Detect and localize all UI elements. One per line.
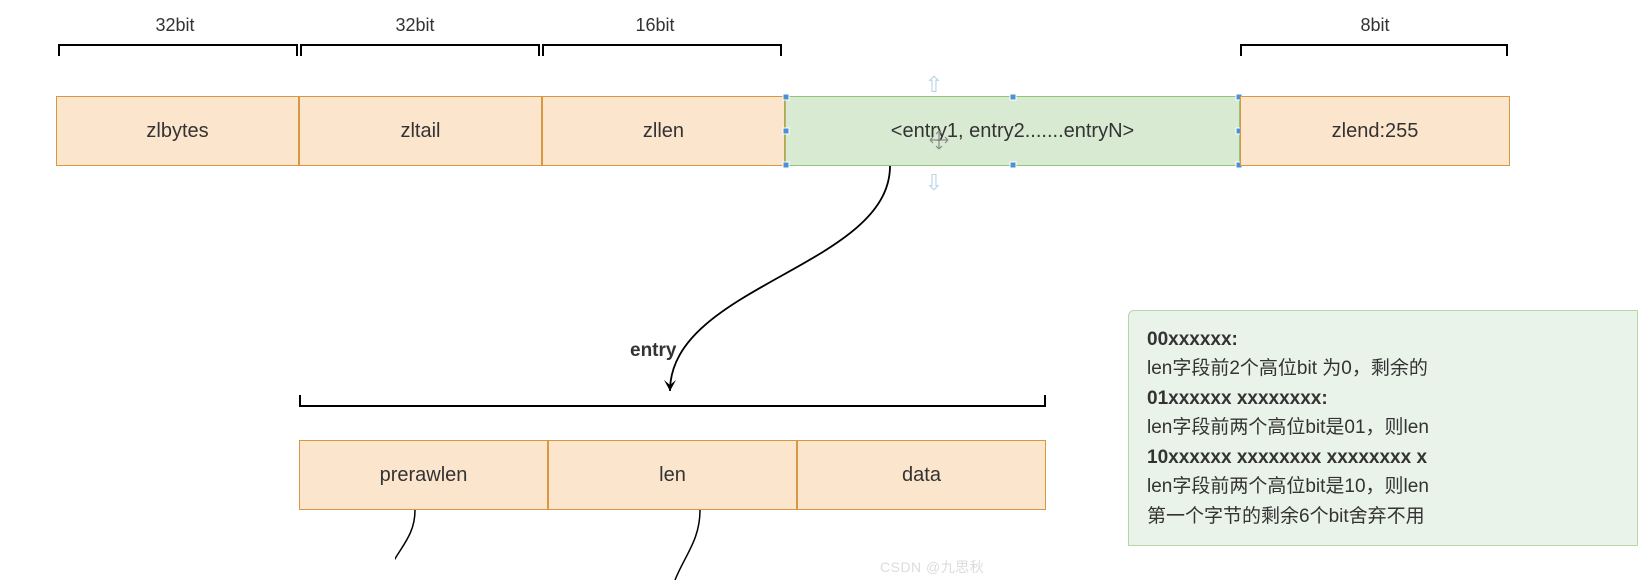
move-cursor-icon <box>927 128 951 152</box>
enc-01-heading: 01xxxxxx xxxxxxxx: <box>1147 388 1328 409</box>
entry-label: entry <box>630 340 676 362</box>
bracket-entry <box>299 395 1046 407</box>
bit-label-zltail: 32bit <box>380 15 450 36</box>
watermark: CSDN @九思秋 <box>880 557 984 577</box>
cell-zltail: zltail <box>299 96 542 166</box>
entry-connector-arrow <box>450 166 950 406</box>
cell-entries[interactable]: <entry1, entry2.......entryN> <box>785 96 1240 166</box>
enc-10-heading: 10xxxxxx xxxxxxxx xxxxxxxx x <box>1147 447 1427 468</box>
sel-handle-tl[interactable] <box>783 94 790 101</box>
cell-len: len <box>548 440 797 510</box>
bit-label-zlbytes: 32bit <box>140 15 210 36</box>
descend-lines <box>395 510 745 580</box>
sel-handle-bm[interactable] <box>1009 162 1016 169</box>
cell-prerawlen-label: prerawlen <box>380 464 468 487</box>
cell-zllen: zllen <box>542 96 785 166</box>
cell-zlend: zlend:255 <box>1240 96 1510 166</box>
cell-zlbytes-label: zlbytes <box>146 120 208 143</box>
enc-01-text: len字段前两个高位bit是01，则len <box>1147 413 1619 442</box>
cell-data: data <box>797 440 1046 510</box>
enc-00-text: len字段前2个高位bit 为0，剩余的 <box>1147 354 1619 383</box>
resize-arrow-up-icon: ⇧ <box>925 72 943 98</box>
enc-00-heading: 00xxxxxx: <box>1147 329 1238 350</box>
len-encoding-panel: 00xxxxxx: len字段前2个高位bit 为0，剩余的 01xxxxxx … <box>1128 310 1638 546</box>
bracket-zllen <box>542 44 782 56</box>
bracket-zlbytes <box>58 44 298 56</box>
bracket-zlend <box>1240 44 1508 56</box>
cell-zlend-label: zlend:255 <box>1332 120 1419 143</box>
sel-handle-ml[interactable] <box>783 128 790 135</box>
cell-data-label: data <box>902 464 941 487</box>
enc-10-text2: 第一个字节的剩余6个bit舍弃不用 <box>1147 502 1619 531</box>
cell-zllen-label: zllen <box>643 120 684 143</box>
cell-prerawlen: prerawlen <box>299 440 548 510</box>
cell-zltail-label: zltail <box>400 120 440 143</box>
bracket-zltail <box>300 44 540 56</box>
enc-10-text: len字段前两个高位bit是10，则len <box>1147 472 1619 501</box>
cell-zlbytes: zlbytes <box>56 96 299 166</box>
bit-label-zlend: 8bit <box>1345 15 1405 36</box>
sel-handle-tm[interactable] <box>1009 94 1016 101</box>
cell-len-label: len <box>659 464 686 487</box>
bit-label-zllen: 16bit <box>620 15 690 36</box>
